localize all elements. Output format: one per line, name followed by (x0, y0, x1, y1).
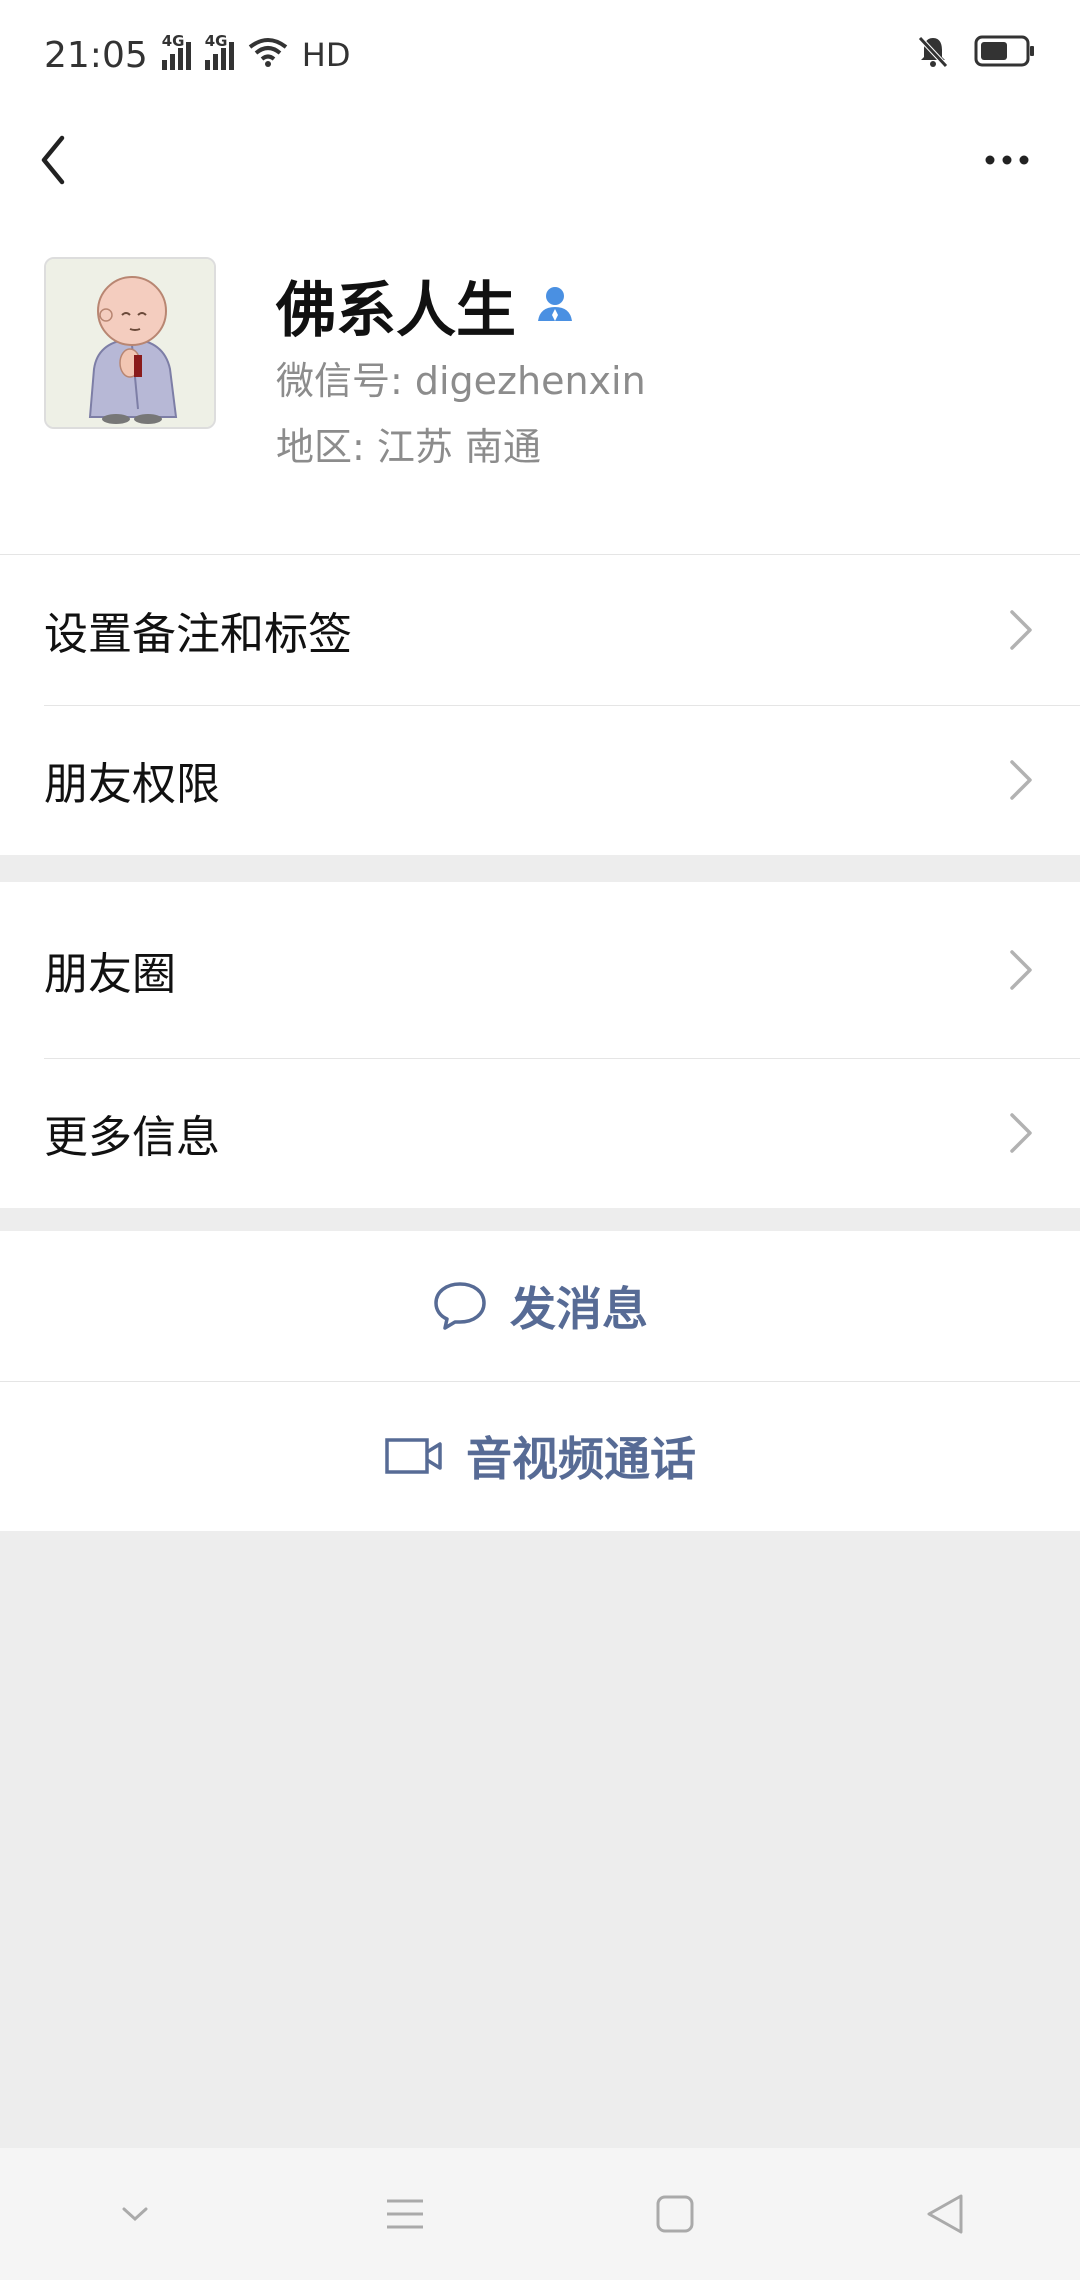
ellipsis-icon (985, 155, 1029, 165)
wifi-icon (248, 35, 288, 76)
avatar[interactable] (44, 257, 216, 429)
profile-card: 佛系人生 微信号: digezhenxin 地区: 江苏 南通 (0, 240, 1080, 554)
list-item-label: 朋友圈 (44, 949, 176, 1000)
send-message-button[interactable]: 发消息 (0, 1231, 1080, 1381)
status-time: 21:05 (44, 34, 148, 76)
name-row: 佛系人生 (276, 262, 576, 349)
top-bar (0, 110, 1080, 240)
menu-group-1: 设置备注和标签 朋友权限 (0, 555, 1080, 855)
signal-icon: 4G (204, 32, 234, 70)
more-button[interactable] (960, 120, 1050, 200)
signal-icon: 4G (161, 32, 191, 70)
region: 地区: 江苏 南通 (276, 425, 541, 469)
chevron-left-icon (41, 135, 65, 185)
menu-group-2: 朋友圈 更多信息 (0, 882, 1080, 1208)
friend-permissions-item[interactable]: 朋友权限 (0, 705, 1080, 855)
more-info-item[interactable]: 更多信息 (0, 1058, 1080, 1208)
list-item-label: 朋友权限 (44, 759, 220, 810)
chevron-right-icon (1010, 760, 1032, 800)
home-square-icon[interactable] (645, 2184, 705, 2244)
send-message-label: 发消息 (510, 1282, 648, 1336)
menu-icon[interactable] (375, 2184, 435, 2244)
video-call-label: 音视频通话 (466, 1432, 696, 1486)
video-call-button[interactable]: 音视频通话 (0, 1381, 1080, 1531)
moments-item[interactable]: 朋友圈 (0, 882, 1080, 1058)
wechat-id: 微信号: digezhenxin (276, 359, 646, 403)
set-remark-tags-item[interactable]: 设置备注和标签 (0, 555, 1080, 705)
back-triangle-icon[interactable] (915, 2184, 975, 2244)
nickname: 佛系人生 (276, 276, 516, 346)
system-nav-bar (0, 2148, 1080, 2280)
list-item-label: 设置备注和标签 (44, 609, 352, 660)
battery-icon (974, 34, 1036, 77)
actions-block: 发消息 音视频通话 (0, 1231, 1080, 1531)
chevron-right-icon (1010, 610, 1032, 650)
chevron-down-icon[interactable] (105, 2184, 165, 2244)
chevron-right-icon (1010, 1113, 1032, 1153)
status-bar: 21:05 4G 4G HD (0, 0, 1080, 110)
list-item-label: 更多信息 (44, 1112, 220, 1163)
back-button[interactable] (30, 120, 110, 200)
mute-icon (916, 34, 950, 77)
video-camera-icon (385, 1438, 442, 1474)
person-icon (534, 283, 576, 329)
hd-icon: HD (301, 36, 351, 74)
chat-bubble-icon (434, 1282, 486, 1330)
chevron-right-icon (1010, 950, 1032, 990)
